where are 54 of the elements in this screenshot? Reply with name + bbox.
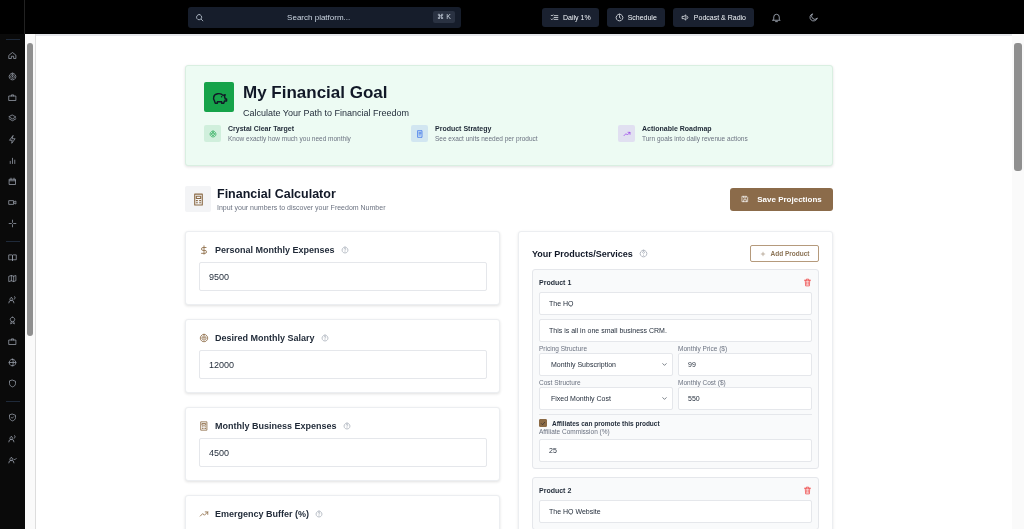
calendar-icon[interactable] <box>8 177 17 186</box>
field-label: Monthly Business Expenses <box>215 421 337 431</box>
input-field[interactable]: 12000 <box>199 350 487 379</box>
bell-icon[interactable] <box>771 11 782 23</box>
field-label: Emergency Buffer (%) <box>215 509 310 519</box>
speaker-icon <box>680 12 690 22</box>
field-label: Desired Monthly Salary <box>215 333 315 343</box>
trash-icon[interactable] <box>803 485 812 495</box>
chevron-down-icon <box>661 361 668 368</box>
target-icon <box>199 333 209 343</box>
document-icon <box>415 129 424 138</box>
chevron-down-icon <box>661 395 668 402</box>
award-icon[interactable] <box>8 316 17 325</box>
checklist-icon <box>550 12 559 22</box>
users-icon[interactable] <box>8 295 17 304</box>
map-icon[interactable] <box>8 274 17 283</box>
globe-icon[interactable] <box>8 358 17 367</box>
page-subtitle: Calculate Your Path to Financial Freedom <box>243 108 410 118</box>
briefcase-icon[interactable] <box>8 337 17 346</box>
target-icon <box>208 129 217 138</box>
calculator-icon <box>199 421 209 431</box>
users-icon[interactable] <box>8 434 17 443</box>
calculator-icon <box>185 186 211 212</box>
piggy-bank-icon <box>204 82 234 112</box>
search-icon <box>195 12 204 22</box>
bar-chart-icon[interactable] <box>8 156 17 165</box>
shield-icon[interactable] <box>8 379 17 388</box>
user-check-icon[interactable] <box>8 455 17 464</box>
checkbox[interactable] <box>539 419 547 427</box>
section-title: Your Products/Services <box>532 248 633 259</box>
house-icon[interactable] <box>8 51 17 60</box>
video-icon[interactable] <box>8 198 17 207</box>
trend-up-icon <box>622 129 631 138</box>
layers-icon[interactable] <box>8 114 17 123</box>
clock-icon <box>614 12 624 22</box>
dollar-icon <box>199 245 209 255</box>
scrollbar[interactable] <box>1012 34 1024 529</box>
briefcase-icon[interactable] <box>8 93 17 102</box>
scrollbar[interactable] <box>25 34 36 529</box>
section-title: Financial Calculator <box>217 187 337 201</box>
save-icon <box>741 195 750 203</box>
plus-icon <box>759 250 766 257</box>
page-title: My Financial Goal <box>243 83 389 103</box>
trash-icon[interactable] <box>803 277 812 287</box>
bolt-icon[interactable] <box>8 135 17 144</box>
trend-up-icon <box>199 509 209 519</box>
target-icon[interactable] <box>8 72 17 81</box>
shield-check-icon[interactable] <box>8 413 17 422</box>
save-button[interactable]: Save Projections <box>730 187 833 211</box>
book-icon[interactable] <box>8 253 17 262</box>
field-label: Personal Monthly Expenses <box>215 245 335 255</box>
input-field[interactable]: 9500 <box>199 262 487 291</box>
input-field[interactable]: 4500 <box>199 438 487 467</box>
moon-icon[interactable] <box>808 11 819 23</box>
